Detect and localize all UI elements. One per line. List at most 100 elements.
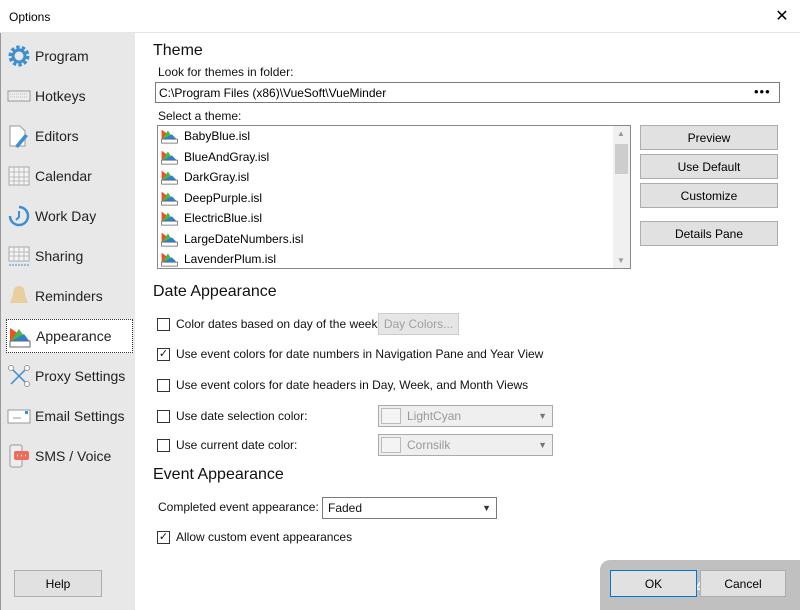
day-colors-button[interactable]: Day Colors... bbox=[378, 313, 459, 335]
window-title: Options bbox=[9, 10, 51, 24]
theme-list-item[interactable]: LavenderPlum.isl bbox=[158, 249, 630, 268]
theme-folder-input[interactable]: C:\Program Files (x86)\VueSoft\VueMinder bbox=[155, 82, 780, 103]
palette-icon bbox=[9, 328, 31, 348]
use-default-button[interactable]: Use Default bbox=[640, 154, 778, 179]
theme-name: LargeDateNumbers.isl bbox=[184, 231, 304, 246]
color-swatch bbox=[381, 437, 401, 453]
scroll-up-icon[interactable]: ▲ bbox=[617, 129, 625, 138]
theme-list-item[interactable]: ElectricBlue.isl bbox=[158, 208, 630, 229]
browse-folder-button[interactable]: ••• bbox=[754, 84, 771, 99]
sidebar-item-label: Hotkeys bbox=[35, 88, 86, 104]
sidebar-item-work-day[interactable]: Work Day bbox=[6, 199, 133, 233]
sidebar-item-program[interactable]: Program bbox=[6, 39, 133, 73]
theme-file-icon bbox=[161, 150, 178, 165]
selection-color-checkbox[interactable]: Use date selection color: bbox=[157, 409, 307, 423]
checkbox-label: Use date selection color: bbox=[176, 409, 308, 423]
color-by-day-checkbox[interactable]: Color dates based on day of the week bbox=[157, 317, 377, 331]
sidebar-item-label: Calendar bbox=[35, 168, 92, 184]
theme-file-icon bbox=[161, 170, 178, 185]
event-colors-headers-checkbox[interactable]: Use event colors for date headers in Day… bbox=[157, 378, 528, 392]
theme-list-item[interactable]: DeepPurple.isl bbox=[158, 188, 630, 209]
document-pencil-icon bbox=[9, 125, 28, 148]
theme-list-item[interactable]: DarkGray.isl bbox=[158, 167, 630, 188]
sidebar-item-label: Email Settings bbox=[35, 408, 125, 424]
sidebar-item-proxy-settings[interactable]: Proxy Settings bbox=[6, 359, 133, 393]
close-icon[interactable]: ✕ bbox=[772, 6, 792, 26]
checkbox-box bbox=[157, 438, 170, 452]
checkbox-label: Use current date color: bbox=[176, 438, 298, 452]
sidebar-item-appearance[interactable]: Appearance bbox=[6, 319, 133, 353]
sidebar-item-hotkeys[interactable]: Hotkeys bbox=[6, 79, 133, 113]
sidebar-item-label: Proxy Settings bbox=[35, 368, 126, 384]
theme-file-icon bbox=[161, 191, 178, 206]
phone-message-icon bbox=[9, 444, 29, 468]
checkbox-label: Allow custom event appearances bbox=[176, 530, 353, 544]
completed-appearance-dropdown[interactable]: Faded ▼ bbox=[322, 497, 497, 519]
theme-name: DeepPurple.isl bbox=[184, 190, 263, 205]
theme-name: ElectricBlue.isl bbox=[184, 211, 263, 226]
scroll-down-icon[interactable]: ▼ bbox=[617, 256, 625, 265]
sidebar-item-label: Sharing bbox=[35, 248, 84, 264]
theme-name: BabyBlue.isl bbox=[184, 129, 251, 144]
sidebar-item-label: Program bbox=[35, 48, 89, 64]
theme-heading: Theme bbox=[153, 42, 203, 59]
theme-file-icon bbox=[161, 129, 178, 144]
dropdown-value: LightCyan bbox=[407, 409, 462, 423]
scroll-thumb[interactable] bbox=[615, 144, 628, 174]
theme-list-item[interactable]: BabyBlue.isl bbox=[158, 126, 630, 147]
color-swatch bbox=[381, 408, 401, 424]
sidebar-item-email-settings[interactable]: Email Settings bbox=[6, 399, 133, 433]
checkbox-label: Color dates based on day of the week bbox=[176, 317, 378, 331]
sidebar-item-label: Reminders bbox=[35, 288, 103, 304]
checkbox-box bbox=[157, 317, 170, 331]
clock-arrow-icon bbox=[8, 205, 30, 227]
ok-button[interactable]: OK bbox=[610, 570, 697, 597]
theme-list-item[interactable]: LargeDateNumbers.isl bbox=[158, 229, 630, 250]
sidebar: Program Hotkeys Editors Calendar Work Da… bbox=[0, 33, 135, 610]
sidebar-item-sharing[interactable]: Sharing bbox=[6, 239, 133, 273]
checkbox-label: Use event colors for date numbers in Nav… bbox=[176, 347, 544, 361]
checkbox-label: Use event colors for date headers in Day… bbox=[176, 378, 529, 392]
date-appearance-heading: Date Appearance bbox=[153, 283, 277, 300]
current-color-checkbox[interactable]: Use current date color: bbox=[157, 438, 297, 452]
sidebar-item-label: Appearance bbox=[36, 328, 112, 344]
allow-custom-checkbox[interactable]: ✓ Allow custom event appearances bbox=[157, 530, 352, 544]
sidebar-item-label: Work Day bbox=[35, 208, 97, 224]
sidebar-item-editors[interactable]: Editors bbox=[6, 119, 133, 153]
check-icon: ✓ bbox=[157, 530, 170, 544]
checkbox-box bbox=[157, 378, 170, 392]
sidebar-item-calendar[interactable]: Calendar bbox=[6, 159, 133, 193]
theme-list[interactable]: BabyBlue.isl BlueAndGray.isl DarkGray.isl D… bbox=[157, 125, 631, 269]
checkbox-box bbox=[157, 409, 170, 423]
theme-name: BlueAndGray.isl bbox=[184, 149, 270, 164]
bell-icon bbox=[10, 286, 28, 303]
theme-name: DarkGray.isl bbox=[184, 170, 250, 185]
list-scrollbar[interactable]: ▲ ▼ bbox=[613, 126, 630, 268]
sidebar-item-sms-voice[interactable]: SMS / Voice bbox=[6, 439, 133, 473]
sidebar-item-label: SMS / Voice bbox=[35, 448, 112, 464]
sidebar-item-reminders[interactable]: Reminders bbox=[6, 279, 133, 313]
customize-button[interactable]: Customize bbox=[640, 183, 778, 208]
theme-file-icon bbox=[161, 252, 178, 267]
current-color-dropdown[interactable]: Cornsilk ▼ bbox=[378, 434, 553, 456]
selection-color-dropdown[interactable]: LightCyan ▼ bbox=[378, 405, 553, 427]
chevron-down-icon: ▼ bbox=[482, 503, 491, 513]
theme-list-item[interactable]: BlueAndGray.isl bbox=[158, 147, 630, 168]
sidebar-item-label: Editors bbox=[35, 128, 79, 144]
calendar-grid-icon bbox=[8, 166, 30, 186]
event-appearance-heading: Event Appearance bbox=[153, 466, 284, 483]
gear-icon bbox=[8, 45, 30, 67]
dropdown-value: Faded bbox=[328, 501, 363, 515]
keyboard-icon bbox=[7, 90, 31, 102]
help-button[interactable]: Help bbox=[14, 570, 102, 597]
event-colors-numbers-checkbox[interactable]: ✓ Use event colors for date numbers in Na… bbox=[157, 347, 543, 361]
chevron-down-icon: ▼ bbox=[538, 411, 547, 421]
folder-label: Look for themes in folder: bbox=[158, 65, 294, 79]
theme-file-icon bbox=[161, 211, 178, 226]
dropdown-value: Cornsilk bbox=[407, 438, 451, 452]
cancel-button[interactable]: Cancel bbox=[700, 570, 786, 597]
theme-name: LavenderPlum.isl bbox=[184, 252, 277, 267]
preview-button[interactable]: Preview bbox=[640, 125, 778, 150]
envelope-icon bbox=[7, 409, 31, 424]
details-pane-button[interactable]: Details Pane bbox=[640, 221, 778, 246]
